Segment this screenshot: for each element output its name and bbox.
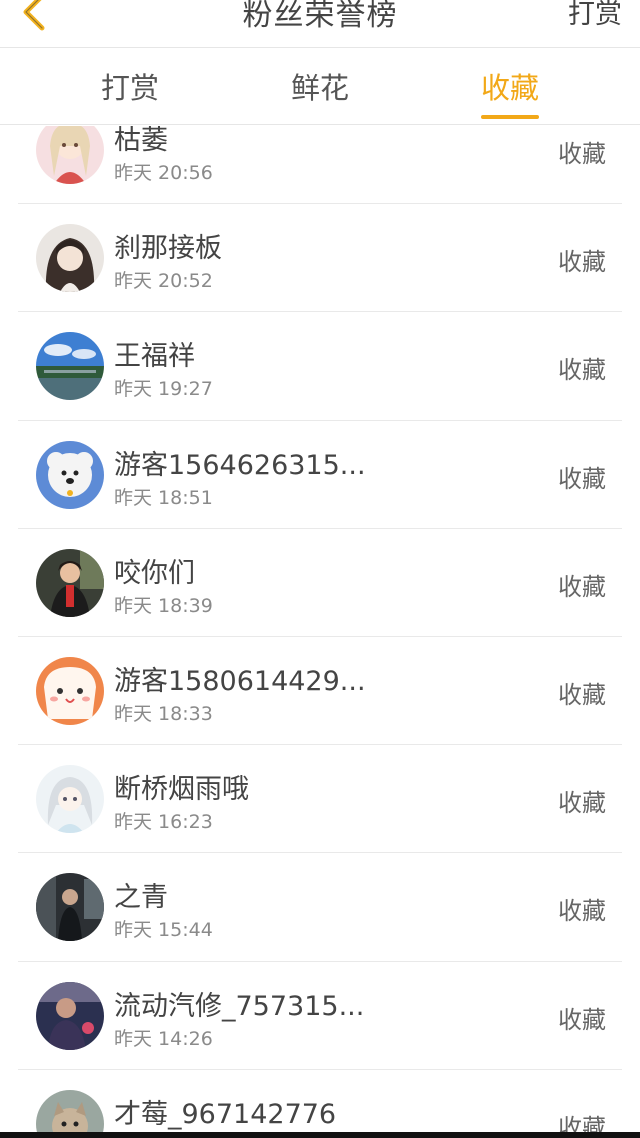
user-name: 刹那接板 [114,233,222,265]
timestamp: 昨天 19:27 [114,378,213,401]
tab-reward[interactable]: 打赏 [60,48,200,125]
user-name: 流动汽修_757315... [114,990,365,1022]
user-name: 咬你们 [114,557,195,589]
action-label: 收藏 [558,1113,606,1132]
bottom-edge [0,1132,640,1138]
action-label: 收藏 [558,140,606,168]
action-label: 收藏 [558,680,606,709]
avatar[interactable] [36,873,104,942]
user-name: 枯萎 [114,126,168,156]
fan-list[interactable]: 枯萎 昨天 20:56 收藏 刹那接板 昨天 20:52 收藏 王福祥 昨天 1… [0,126,640,1132]
top-bar: 粉丝荣誉榜 打赏 [0,0,640,48]
timestamp: 昨天 16:23 [114,811,213,834]
avatar[interactable] [36,548,104,617]
user-name: 才莓_967142776 [114,1098,337,1130]
tab-label: 收藏 [480,71,539,105]
avatar[interactable] [36,656,104,725]
user-name: 游客1564626315... [114,449,366,481]
tab-label: 打赏 [100,71,159,105]
avatar[interactable] [36,224,104,293]
avatar[interactable] [36,765,104,834]
avatar[interactable] [36,981,104,1050]
user-name: 之青 [114,882,168,914]
action-label: 收藏 [558,248,606,277]
tab-underline [481,115,539,119]
tab-label: 鲜花 [290,71,349,105]
avatar[interactable] [36,332,104,401]
list-item[interactable]: 枯萎 昨天 20:56 收藏 [18,126,622,205]
avatar[interactable] [36,1089,104,1132]
tab-bar: 打赏 鲜花 收藏 [0,48,640,125]
user-name: 游客1580614429... [114,665,366,697]
tab-favorites[interactable]: 收藏 [440,48,580,125]
timestamp: 昨天 20:52 [114,270,213,293]
user-name: 王福祥 [114,341,195,373]
list-item[interactable]: 流动汽修_757315... 昨天 14:26 收藏 [18,962,622,1070]
action-label: 收藏 [558,572,606,601]
list-item[interactable]: 咬你们 昨天 18:39 收藏 [18,529,622,637]
reward-link[interactable]: 打赏 [568,0,622,31]
action-label: 收藏 [558,897,606,926]
list-item[interactable]: 之青 昨天 15:44 收藏 [18,853,622,962]
list-item[interactable]: 才莓_967142776 收藏 [18,1070,622,1132]
list-item[interactable]: 游客1564626315... 昨天 18:51 收藏 [18,421,622,529]
timestamp: 昨天 18:51 [114,486,213,509]
action-label: 收藏 [558,789,606,818]
timestamp: 昨天 18:39 [114,594,213,617]
user-name: 断桥烟雨哦 [114,774,249,806]
list-item[interactable]: 断桥烟雨哦 昨天 16:23 收藏 [18,745,622,854]
action-label: 收藏 [558,1005,606,1034]
list-item[interactable]: 王福祥 昨天 19:27 收藏 [18,312,622,421]
avatar[interactable] [36,126,104,184]
tab-flowers[interactable]: 鲜花 [250,48,390,125]
timestamp: 昨天 18:33 [114,702,213,725]
timestamp: 昨天 15:44 [114,919,213,942]
action-label: 收藏 [558,356,606,385]
avatar[interactable] [36,440,104,509]
page-title: 粉丝荣誉榜 [242,0,398,33]
timestamp: 昨天 14:26 [114,1027,213,1050]
timestamp: 昨天 20:56 [114,162,213,184]
list-item[interactable]: 刹那接板 昨天 20:52 收藏 [18,204,622,313]
list-item[interactable]: 游客1580614429... 昨天 18:33 收藏 [18,637,622,746]
action-label: 收藏 [558,464,606,493]
